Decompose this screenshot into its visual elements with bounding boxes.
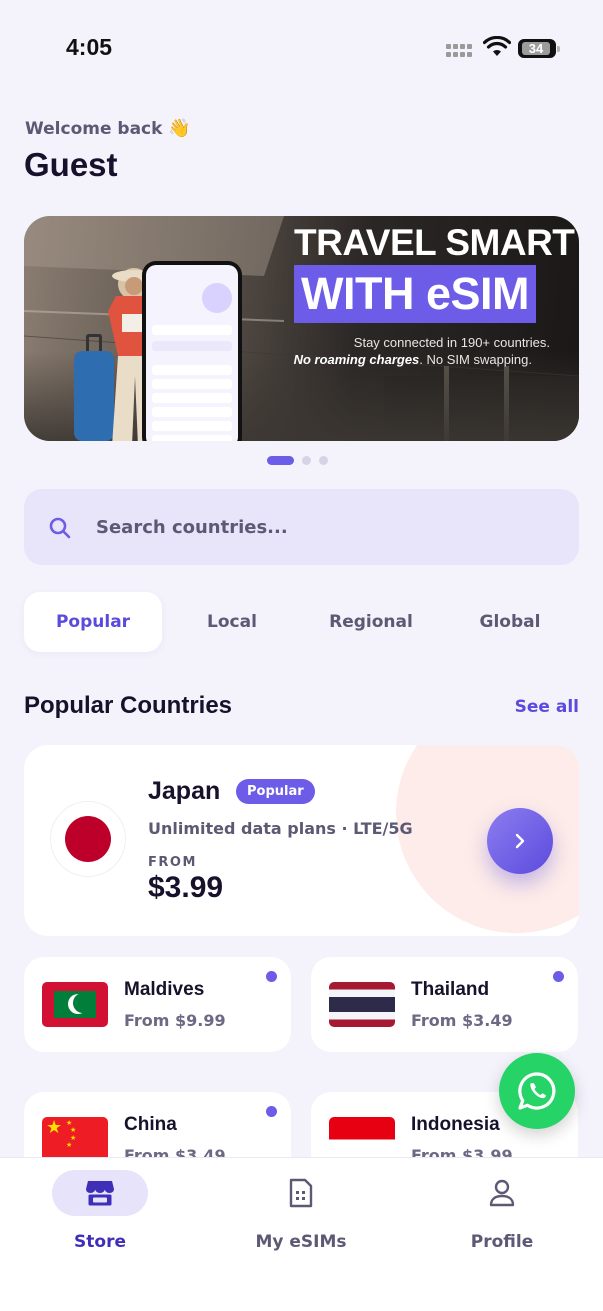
featured-from-label: FROM [148, 855, 197, 870]
waving-hand-icon: 👋 [168, 118, 191, 139]
indicator-dot [266, 1106, 277, 1117]
tab-popular[interactable]: Popular [24, 592, 162, 652]
tab-local[interactable]: Local [163, 592, 301, 652]
indonesia-flag-icon [329, 1117, 395, 1162]
featured-description: Unlimited data plans · LTE/5G [148, 819, 413, 838]
maldives-flag-icon [42, 982, 108, 1027]
country-name: Maldives [124, 979, 205, 1000]
cellular-signal-icon [446, 44, 472, 57]
wifi-icon [483, 36, 511, 56]
section-title: Popular Countries [24, 692, 233, 719]
welcome-label: Welcome back [25, 119, 163, 139]
promo-banner[interactable]: TRAVEL SMART WITH eSIM Stay connected in… [24, 216, 579, 441]
user-icon [489, 1179, 515, 1207]
chevron-right-icon [515, 833, 525, 849]
welcome-text: Welcome back 👋 [25, 118, 191, 139]
nav-my-esims[interactable]: My eSIMs [231, 1170, 371, 1260]
search-input[interactable] [96, 489, 556, 565]
tab-global[interactable]: Global [441, 592, 579, 652]
country-price: From $3.49 [411, 1011, 513, 1030]
battery-icon: 34 [518, 39, 560, 58]
country-name: Thailand [411, 979, 490, 1000]
see-all-link[interactable]: See all [515, 697, 579, 717]
featured-country-name: Japan [148, 777, 221, 805]
country-price: From $9.99 [124, 1011, 226, 1030]
country-card-maldives[interactable]: Maldives From $9.99 [24, 957, 291, 1052]
nav-profile[interactable]: Profile [432, 1170, 572, 1260]
carousel-dot-3[interactable] [319, 456, 328, 465]
japan-flag-icon [50, 801, 126, 877]
whatsapp-icon [518, 1072, 556, 1110]
featured-country-card[interactable]: Japan Popular Unlimited data plans · LTE… [24, 745, 579, 936]
banner-title-line1: TRAVEL SMART [294, 222, 575, 263]
status-time: 4:05 [66, 34, 113, 60]
bottom-navigation: Store My eSIMs Profile [0, 1157, 603, 1311]
search-icon [49, 517, 71, 539]
banner-subtitle-line1: Stay connected in 190+ countries. [353, 335, 550, 350]
nav-profile-label: Profile [470, 1232, 534, 1252]
banner-subtitle-emphasis: No roaming charges [293, 352, 420, 367]
sim-card-icon [289, 1178, 313, 1208]
carousel-dot-1[interactable] [267, 456, 294, 465]
nav-my-esims-label: My eSIMs [255, 1232, 347, 1252]
store-icon [86, 1181, 114, 1206]
carousel-dot-2[interactable] [302, 456, 311, 465]
featured-open-button[interactable] [487, 808, 553, 874]
country-name: Indonesia [411, 1114, 500, 1135]
whatsapp-chat-button[interactable] [499, 1053, 575, 1129]
popular-badge: Popular [236, 779, 315, 804]
thailand-flag-icon [329, 982, 395, 1027]
indicator-dot [553, 971, 564, 982]
nav-store-label: Store [74, 1232, 126, 1252]
country-name: China [124, 1114, 177, 1135]
indicator-dot [266, 971, 277, 982]
search-bar[interactable] [24, 489, 579, 565]
featured-price: $3.99 [148, 871, 224, 904]
country-card-thailand[interactable]: Thailand From $3.49 [311, 957, 578, 1052]
tab-regional[interactable]: Regional [302, 592, 440, 652]
banner-subtitle-line2: No roaming charges. No SIM swapping. [290, 352, 532, 367]
china-flag-icon: ★ ★ ★ ★ ★ [42, 1117, 108, 1162]
banner-title-line2: WITH eSIM [294, 265, 536, 323]
nav-store[interactable]: Store [30, 1170, 170, 1260]
category-tabs: Popular Local Regional Global [24, 592, 579, 652]
status-bar: 4:05 34 [0, 0, 603, 92]
banner-subtitle-rest: . No SIM swapping. [419, 352, 532, 367]
battery-level: 34 [522, 42, 550, 56]
username: Guest [24, 146, 118, 183]
phone-mockup [142, 261, 242, 441]
carousel-indicator [267, 456, 328, 465]
